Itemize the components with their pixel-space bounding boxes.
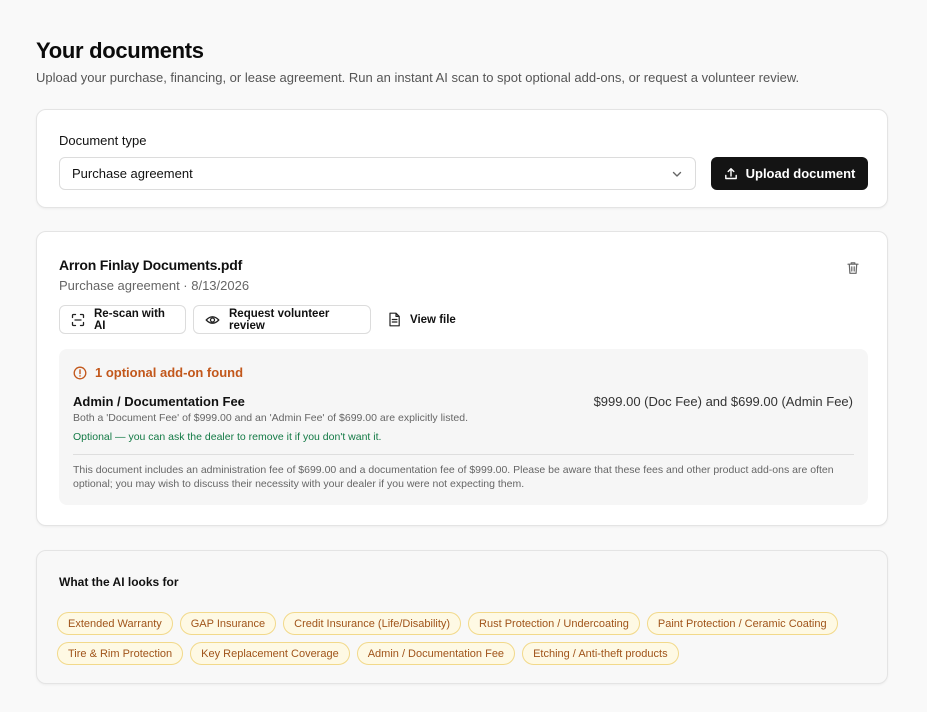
trash-icon[interactable] bbox=[845, 260, 861, 276]
tag: Tire & Rim Protection bbox=[57, 642, 184, 665]
tag: Admin / Documentation Fee bbox=[356, 642, 516, 665]
document-type-label: Document type bbox=[59, 133, 147, 148]
document-type-value: Purchase agreement bbox=[72, 166, 193, 181]
finding-optional-note: Optional — you can ask the dealer to rem… bbox=[73, 431, 382, 443]
tag: Key Replacement Coverage bbox=[190, 642, 350, 665]
tag: GAP Insurance bbox=[179, 612, 277, 635]
rescan-label: Re-scan with AI bbox=[94, 307, 165, 332]
chevron-down-icon bbox=[671, 168, 683, 180]
divider bbox=[73, 454, 854, 455]
upload-card: Document type Purchase agreement Upload … bbox=[36, 109, 888, 208]
ai-criteria-card: What the AI looks for Extended Warranty … bbox=[36, 550, 888, 684]
documents-page: Your documents Upload your purchase, fin… bbox=[0, 0, 927, 712]
document-card: Arron Finlay Documents.pdf Purchase agre… bbox=[36, 231, 888, 526]
document-type-select[interactable]: Purchase agreement bbox=[59, 157, 696, 190]
tag: Credit Insurance (Life/Disability) bbox=[283, 612, 462, 635]
upload-document-label: Upload document bbox=[745, 166, 856, 181]
page-title: Your documents bbox=[36, 38, 204, 63]
upload-icon bbox=[724, 167, 738, 181]
tag: Rust Protection / Undercoating bbox=[468, 612, 640, 635]
findings-panel: 1 optional add-on found Admin / Document… bbox=[59, 349, 868, 505]
alert-circle-icon bbox=[73, 366, 87, 380]
tag: Paint Protection / Ceramic Coating bbox=[646, 612, 838, 635]
ai-criteria-title: What the AI looks for bbox=[59, 575, 179, 589]
ai-criteria-tags: Extended Warranty GAP Insurance Credit I… bbox=[57, 612, 867, 665]
finding-amount: $999.00 (Doc Fee) and $699.00 (Admin Fee… bbox=[593, 394, 853, 409]
rescan-button[interactable]: Re-scan with AI bbox=[59, 305, 186, 334]
file-icon bbox=[388, 312, 401, 327]
view-file-label: View file bbox=[410, 313, 456, 326]
document-meta: Purchase agreement · 8/13/2026 bbox=[59, 278, 250, 293]
findings-heading-text: 1 optional add-on found bbox=[95, 365, 244, 380]
findings-heading: 1 optional add-on found bbox=[73, 365, 243, 380]
findings-summary: This document includes an administration… bbox=[73, 464, 834, 490]
upload-document-button[interactable]: Upload document bbox=[711, 157, 868, 190]
document-name: Arron Finlay Documents.pdf bbox=[59, 257, 243, 273]
finding-title: Admin / Documentation Fee bbox=[73, 394, 245, 409]
tag: Etching / Anti-theft products bbox=[522, 642, 679, 665]
eye-icon bbox=[205, 313, 220, 327]
finding-description: Both a 'Document Fee' of $999.00 and an … bbox=[73, 412, 469, 424]
request-review-button[interactable]: Request volunteer review bbox=[193, 305, 371, 334]
page-subtitle: Upload your purchase, financing, or leas… bbox=[36, 70, 800, 85]
scan-icon bbox=[71, 313, 85, 327]
view-file-button[interactable]: View file bbox=[377, 305, 467, 334]
tag: Extended Warranty bbox=[57, 612, 173, 635]
request-review-label: Request volunteer review bbox=[229, 307, 330, 332]
